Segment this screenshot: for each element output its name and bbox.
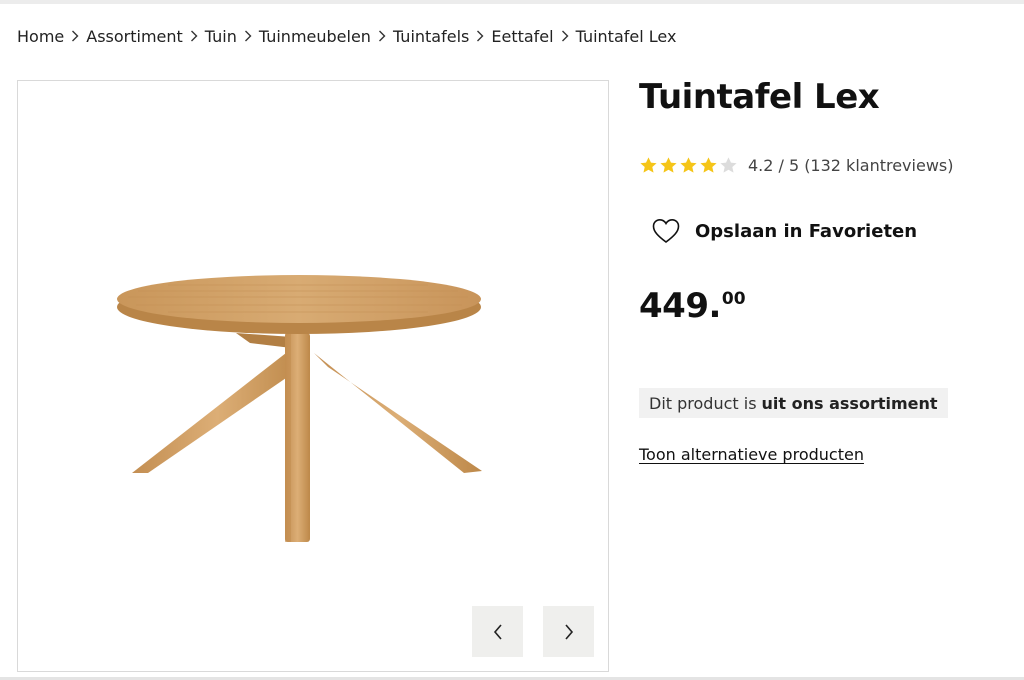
chevron-left-icon	[493, 623, 502, 640]
product-price: 449. 00	[639, 284, 746, 328]
gallery-next-button[interactable]	[543, 606, 594, 657]
product-title: Tuintafel Lex	[639, 77, 880, 117]
star-icon	[660, 157, 677, 173]
chevron-right-icon	[239, 30, 257, 42]
breadcrumb-tuintafels[interactable]: Tuintafels	[393, 27, 469, 46]
save-to-favorites-button[interactable]: Opslaan in Favorieten	[652, 218, 917, 244]
product-info: Tuintafel Lex	[639, 76, 1009, 118]
product-image	[117, 275, 482, 542]
breadcrumb-current: Tuintafel Lex	[575, 26, 677, 46]
star-rating	[639, 156, 738, 175]
breadcrumb-eettafel[interactable]: Eettafel	[491, 27, 553, 46]
product-gallery	[17, 80, 609, 672]
breadcrumb-home[interactable]: Home	[17, 27, 64, 46]
breadcrumb-tuin[interactable]: Tuin	[205, 27, 237, 46]
availability-prefix: Dit product is	[649, 393, 757, 413]
chevron-right-icon	[373, 30, 391, 42]
product-rating[interactable]: 4.2 / 5 (132 klantreviews)	[639, 156, 953, 175]
gallery-prev-button[interactable]	[472, 606, 523, 657]
chevron-right-icon	[564, 623, 573, 640]
breadcrumb-tuinmeubelen[interactable]: Tuinmeubelen	[259, 27, 371, 46]
price-cents: 00	[721, 289, 746, 309]
chevron-right-icon	[185, 30, 203, 42]
top-divider	[0, 0, 1024, 4]
price-whole: 449.	[639, 286, 721, 326]
chevron-right-icon	[556, 30, 574, 42]
alternative-products-link[interactable]: Toon alternatieve producten	[639, 445, 864, 464]
heart-icon	[652, 218, 680, 244]
star-icon	[700, 157, 717, 173]
rating-score: 4.2 / 5	[748, 156, 800, 175]
breadcrumb: Home Assortiment Tuin Tuinmeubelen Tuint…	[17, 25, 676, 47]
chevron-right-icon	[471, 30, 489, 42]
star-icon	[640, 157, 657, 173]
star-empty-icon	[720, 157, 737, 173]
favorite-label: Opslaan in Favorieten	[695, 220, 918, 242]
availability-notice: Dit product is uit ons assortiment	[639, 388, 948, 418]
review-count: (132 klantreviews)	[804, 156, 954, 175]
breadcrumb-assortiment[interactable]: Assortiment	[86, 27, 183, 46]
availability-status: uit ons assortiment	[761, 393, 938, 413]
star-icon	[680, 157, 697, 173]
chevron-right-icon	[66, 30, 84, 42]
